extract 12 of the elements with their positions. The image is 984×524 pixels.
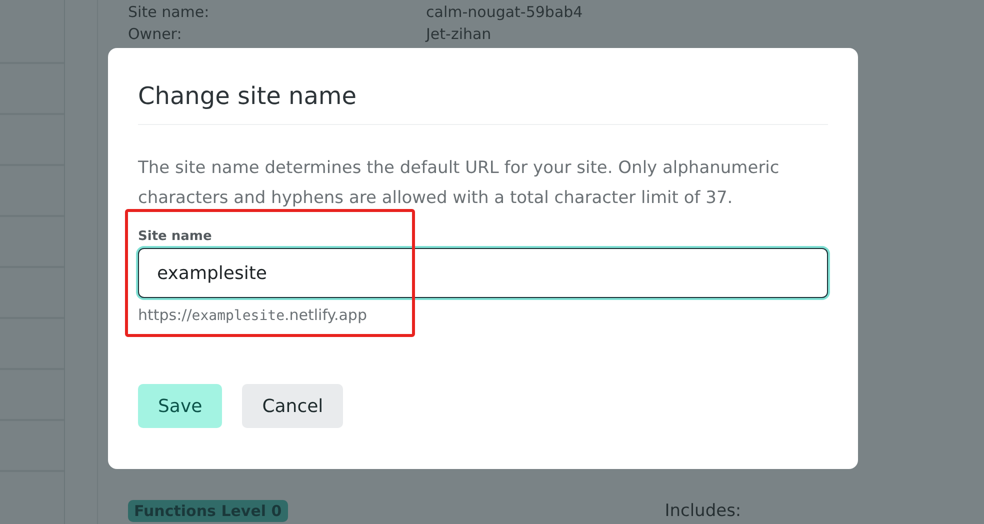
url-hint: https://examplesite.netlify.app [138, 306, 368, 324]
dialog-description: The site name determines the default URL for your site. Only alphanumeric characters and hyphens are allowed with a total character limit of 37. [138, 157, 780, 210]
save-button[interactable]: Save [138, 384, 222, 428]
field-value: calm-nougat-59bab4 [426, 3, 583, 21]
field-value: Jet-zihan [426, 25, 492, 43]
field-label: Site name [138, 229, 213, 244]
includes-label: Includes: [664, 501, 742, 521]
field-label: Owner: [128, 25, 183, 43]
site-name-input[interactable]: examplesite [138, 248, 828, 298]
dialog-title: Change site name [138, 82, 358, 110]
field-label: Site name: [128, 3, 210, 21]
cancel-button[interactable]: Cancel [242, 384, 344, 428]
